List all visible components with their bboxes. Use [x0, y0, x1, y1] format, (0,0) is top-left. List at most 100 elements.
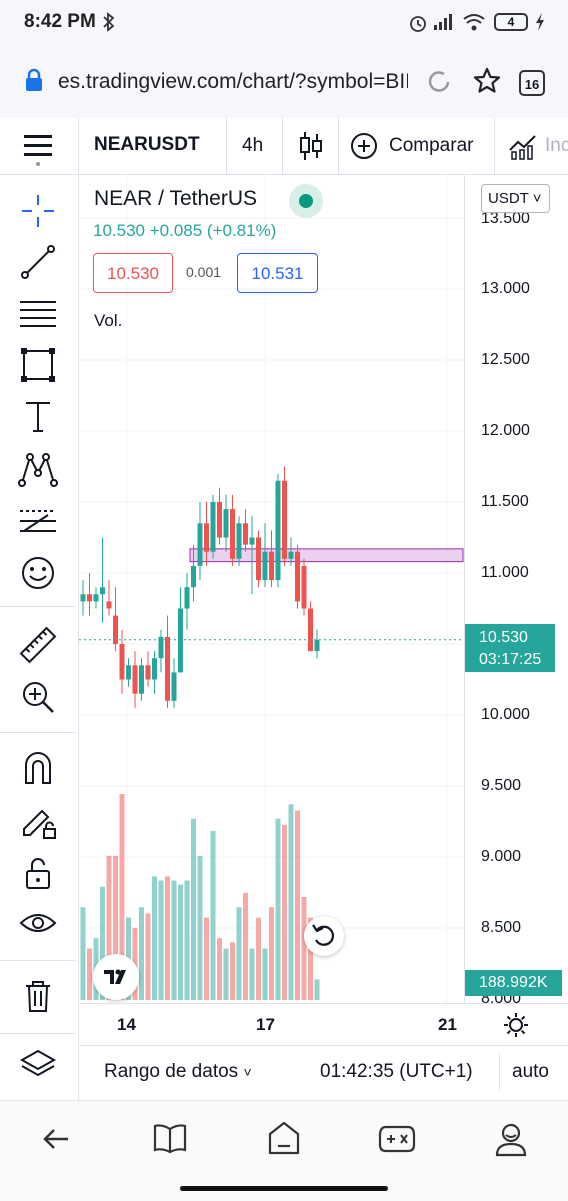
ruler-icon[interactable]: [18, 625, 58, 665]
date-range-label: Rango de datos: [104, 1061, 239, 1082]
price-tick-label: 13.000: [481, 280, 530, 297]
compare-plus-icon[interactable]: [350, 132, 378, 160]
volume-bar: [80, 907, 86, 1000]
indicators-button[interactable]: Inc: [545, 135, 568, 157]
volume-label: Vol.: [94, 311, 123, 330]
volume-bar: [191, 818, 196, 1000]
volume-bar: [269, 907, 274, 1000]
price-chart[interactable]: [79, 175, 464, 1003]
symbol-button[interactable]: NEARUSDT: [94, 134, 200, 156]
timezone-clock[interactable]: 01:42:35 (UTC+1): [320, 1061, 473, 1083]
star-icon[interactable]: [472, 66, 502, 96]
fib-retracement-icon[interactable]: [18, 294, 58, 334]
price-tick-label: 11.000: [481, 564, 529, 581]
text-tool-icon[interactable]: [18, 397, 58, 437]
volume-bar: [165, 876, 170, 1000]
volume-bar: [243, 892, 248, 1000]
lock-icon[interactable]: [24, 68, 44, 92]
interval-button[interactable]: 4h: [242, 135, 263, 157]
charging-icon: [536, 13, 544, 31]
reset-chart-button[interactable]: [304, 916, 344, 956]
candle-body: [223, 509, 229, 538]
price-tick-label: 12.000: [481, 422, 530, 439]
time-axis[interactable]: 14 17 21: [79, 1003, 568, 1046]
drawing-toolbar: [0, 175, 79, 1100]
currency-select[interactable]: USDT ˅: [481, 184, 550, 213]
prediction-tool-icon[interactable]: [18, 501, 58, 541]
candle-body: [301, 565, 307, 609]
auto-scale-button[interactable]: auto: [512, 1061, 549, 1083]
candle-body: [184, 587, 190, 609]
price-tick-label: 11.500: [481, 493, 529, 510]
candle-countdown: 03:17:25: [479, 651, 542, 668]
unlock-icon[interactable]: [18, 853, 58, 893]
buy-price-box[interactable]: 10.531: [237, 253, 318, 293]
last-price-tag: 10.530 03:17:25: [465, 624, 555, 672]
layers-icon[interactable]: [18, 1045, 58, 1085]
currency-select-label: USDT: [488, 190, 529, 207]
volume-bar: [288, 804, 294, 1000]
tradingview-logo[interactable]: [93, 954, 139, 1000]
crosshair-icon[interactable]: [18, 191, 58, 231]
tab-count-button[interactable]: 16: [519, 70, 545, 96]
volume-bar: [197, 855, 203, 1000]
divider: [499, 1053, 500, 1091]
eye-icon[interactable]: [18, 903, 58, 943]
date-label: 14: [117, 1015, 136, 1034]
last-price-value: 10.530: [479, 629, 528, 646]
candle-body: [282, 480, 287, 559]
price-tick-label: 12.500: [481, 351, 530, 368]
indicators-icon[interactable]: [508, 132, 538, 160]
candle-body: [132, 665, 138, 694]
candle-body: [230, 509, 235, 559]
emoji-icon[interactable]: [18, 553, 58, 593]
profile-icon[interactable]: [494, 1121, 528, 1157]
volume-bar: [204, 917, 209, 1000]
candle-body: [87, 594, 92, 602]
url-text[interactable]: es.tradingview.com/chart/?symbol=BIN: [58, 70, 408, 98]
candle-body: [178, 608, 183, 673]
candle-body: [275, 480, 281, 581]
zoom-in-icon[interactable]: [18, 677, 58, 717]
pattern-icon[interactable]: [18, 449, 58, 489]
trash-icon[interactable]: [18, 976, 58, 1016]
reload-icon[interactable]: [426, 68, 454, 96]
sell-price-box[interactable]: 10.530: [93, 253, 173, 293]
status-bar: 8:42 PM 4: [0, 0, 568, 44]
home-icon[interactable]: [266, 1120, 302, 1156]
compare-button[interactable]: Comparar: [389, 135, 473, 157]
status-time: 8:42 PM: [24, 11, 96, 32]
volume-bar: [262, 948, 268, 1000]
candle-body: [191, 565, 196, 588]
rectangle-icon[interactable]: [18, 345, 58, 385]
menu-icon[interactable]: [24, 135, 52, 166]
candle-body: [165, 636, 170, 701]
signal-icon: [434, 14, 452, 30]
gamepad-icon[interactable]: [378, 1123, 416, 1155]
volume-bar: [217, 938, 222, 1000]
volume-bar: [223, 948, 229, 1000]
back-arrow-icon[interactable]: [40, 1123, 72, 1155]
date-label: 21: [438, 1015, 457, 1034]
candles-icon[interactable]: [298, 130, 324, 162]
price-tick-label: 9.000: [481, 848, 522, 865]
candle-body: [80, 594, 86, 602]
trend-line-icon[interactable]: [18, 242, 58, 282]
date-range-button[interactable]: Rango de datos ˅: [104, 1061, 252, 1083]
settings-gear-icon[interactable]: [503, 1012, 529, 1038]
candle-body: [308, 608, 313, 652]
magnet-icon[interactable]: [18, 749, 58, 789]
market-open-indicator: [289, 184, 323, 218]
price-axis[interactable]: 13.500 13.000 12.500 12.000 11.500 11.000 10.0…: [464, 175, 568, 1007]
candle-body: [243, 523, 248, 545]
candle-body: [152, 658, 157, 680]
price-tick-label: 10.000: [481, 706, 530, 723]
lock-drawings-icon[interactable]: [18, 801, 58, 841]
price-tick-label: 8.500: [481, 919, 522, 936]
alarm-icon: [410, 16, 426, 32]
candle-body: [139, 665, 144, 694]
undo-icon: [312, 924, 335, 946]
symbol-title: NEAR / TetherUS: [94, 187, 258, 210]
browser-url-bar: es.tradingview.com/chart/?symbol=BIN 16: [0, 44, 568, 118]
book-icon[interactable]: [152, 1121, 188, 1155]
